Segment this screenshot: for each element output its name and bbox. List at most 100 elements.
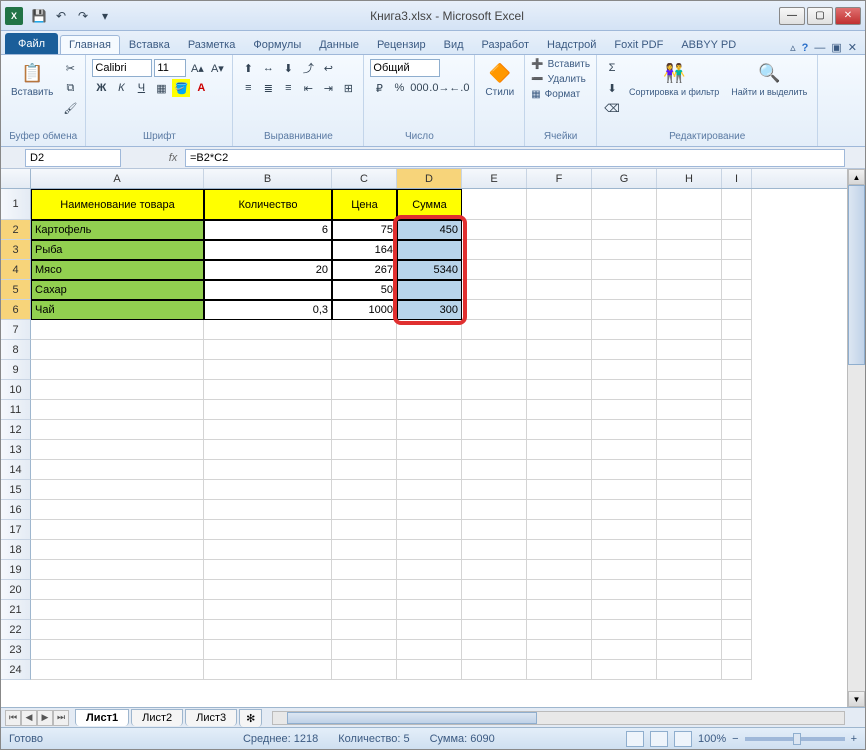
merge-icon[interactable]: ⊞ [339, 79, 357, 97]
cell-B1[interactable]: Количество [204, 189, 332, 220]
number-format-combo[interactable]: Общий [370, 59, 440, 77]
clear-icon[interactable]: ⌫ [603, 99, 621, 117]
tab-data[interactable]: Данные [310, 35, 368, 54]
grow-font-icon[interactable]: A▴ [188, 59, 206, 77]
increase-decimal-icon[interactable]: .0→ [430, 79, 448, 97]
row-header-1[interactable]: 1 [1, 189, 31, 220]
row-header-21[interactable]: 21 [1, 600, 31, 620]
cell-C4[interactable]: 267 [332, 260, 397, 280]
cell-D5[interactable] [397, 280, 462, 300]
sheet-tab-3[interactable]: Лист3 [185, 709, 237, 726]
format-painter-icon[interactable]: 🖌 [61, 99, 79, 117]
minimize-button[interactable]: — [779, 7, 805, 25]
col-header-C[interactable]: C [332, 169, 397, 188]
row-header-19[interactable]: 19 [1, 560, 31, 580]
col-header-G[interactable]: G [592, 169, 657, 188]
cell-D6[interactable]: 300 [397, 300, 462, 320]
align-left-icon[interactable]: ≡ [239, 79, 257, 97]
tab-home[interactable]: Главная [60, 35, 120, 54]
cell-D4[interactable]: 5340 [397, 260, 462, 280]
find-select-button[interactable]: 🔍 Найти и выделить [727, 59, 811, 99]
zoom-thumb[interactable] [793, 733, 801, 745]
row-header-22[interactable]: 22 [1, 620, 31, 640]
name-box[interactable]: D2 [25, 149, 121, 167]
row-header-18[interactable]: 18 [1, 540, 31, 560]
font-color-icon[interactable]: A [192, 79, 210, 97]
doc-minimize-icon[interactable]: — [814, 42, 825, 54]
cell-area[interactable]: Наименование товара Количество Цена Сумм… [31, 189, 752, 680]
font-name-combo[interactable]: Calibri [92, 59, 152, 77]
align-top-icon[interactable]: ⬆ [239, 59, 257, 77]
row-header-11[interactable]: 11 [1, 400, 31, 420]
tab-foxit[interactable]: Foxit PDF [605, 35, 672, 54]
formula-input[interactable]: =B2*C2 [185, 149, 845, 167]
insert-cells-button[interactable]: ➕Вставить [531, 59, 590, 70]
select-all-corner[interactable] [1, 169, 31, 188]
row-header-12[interactable]: 12 [1, 420, 31, 440]
delete-cells-button[interactable]: ➖Удалить [531, 74, 586, 85]
sheet-tab-1[interactable]: Лист1 [75, 709, 129, 726]
row-header-17[interactable]: 17 [1, 520, 31, 540]
cell-G1[interactable] [592, 189, 657, 220]
tab-developer[interactable]: Разработ [473, 35, 538, 54]
col-header-B[interactable]: B [204, 169, 332, 188]
align-middle-icon[interactable]: ↔ [259, 59, 277, 77]
row-header-10[interactable]: 10 [1, 380, 31, 400]
tab-addins[interactable]: Надстрой [538, 35, 605, 54]
col-header-D[interactable]: D [397, 169, 462, 188]
tab-layout[interactable]: Разметка [179, 35, 245, 54]
zoom-slider[interactable] [745, 737, 845, 741]
row-header-6[interactable]: 6 [1, 300, 31, 320]
tab-insert[interactable]: Вставка [120, 35, 179, 54]
border-icon[interactable]: ▦ [152, 79, 170, 97]
zoom-out-icon[interactable]: − [732, 733, 738, 745]
cell-A1[interactable]: Наименование товара [31, 189, 204, 220]
decrease-decimal-icon[interactable]: ←.0 [450, 79, 468, 97]
maximize-button[interactable]: ▢ [807, 7, 833, 25]
row-header-13[interactable]: 13 [1, 440, 31, 460]
cell-A4[interactable]: Мясо [31, 260, 204, 280]
normal-view-icon[interactable] [626, 731, 644, 747]
tab-abbyy[interactable]: ABBYY PD [672, 35, 745, 54]
row-header-20[interactable]: 20 [1, 580, 31, 600]
scroll-down-icon[interactable]: ▼ [848, 691, 865, 707]
row-header-15[interactable]: 15 [1, 480, 31, 500]
cell-B3[interactable] [204, 240, 332, 260]
styles-button[interactable]: 🔶 Стили [481, 59, 518, 100]
row-header-14[interactable]: 14 [1, 460, 31, 480]
hscroll-thumb[interactable] [287, 712, 537, 724]
help-icon[interactable]: ? [802, 42, 809, 54]
decrease-indent-icon[interactable]: ⇤ [299, 79, 317, 97]
col-header-H[interactable]: H [657, 169, 722, 188]
cell-B2[interactable]: 6 [204, 220, 332, 240]
row-header-9[interactable]: 9 [1, 360, 31, 380]
cell-I1[interactable] [722, 189, 752, 220]
tab-review[interactable]: Рецензир [368, 35, 435, 54]
cut-icon[interactable]: ✂ [61, 59, 79, 77]
fill-color-icon[interactable]: 🪣 [172, 79, 190, 97]
horizontal-scrollbar[interactable] [272, 711, 845, 725]
cell-B4[interactable]: 20 [204, 260, 332, 280]
italic-icon[interactable]: К [112, 79, 130, 97]
shrink-font-icon[interactable]: A▾ [208, 59, 226, 77]
new-sheet-button[interactable]: ✻ [239, 709, 262, 727]
cell-A2[interactable]: Картофель [31, 220, 204, 240]
cell-B6[interactable]: 0,3 [204, 300, 332, 320]
undo-icon[interactable]: ↶ [51, 6, 71, 26]
vertical-scrollbar[interactable]: ▲ ▼ [847, 169, 865, 707]
scroll-up-icon[interactable]: ▲ [848, 169, 865, 185]
bold-icon[interactable]: Ж [92, 79, 110, 97]
sort-filter-button[interactable]: 👫 Сортировка и фильтр [625, 59, 723, 99]
cell-C5[interactable]: 50 [332, 280, 397, 300]
cell-B5[interactable] [204, 280, 332, 300]
font-size-combo[interactable]: 11 [154, 59, 186, 77]
col-header-E[interactable]: E [462, 169, 527, 188]
cell-D1[interactable]: Сумма [397, 189, 462, 220]
percent-icon[interactable]: % [390, 79, 408, 97]
cell-A5[interactable]: Сахар [31, 280, 204, 300]
cell-F1[interactable] [527, 189, 592, 220]
align-center-icon[interactable]: ≣ [259, 79, 277, 97]
sheet-nav-first-icon[interactable]: ⏮ [5, 710, 21, 726]
doc-restore-icon[interactable]: ▣ [831, 41, 841, 54]
col-header-A[interactable]: A [31, 169, 204, 188]
